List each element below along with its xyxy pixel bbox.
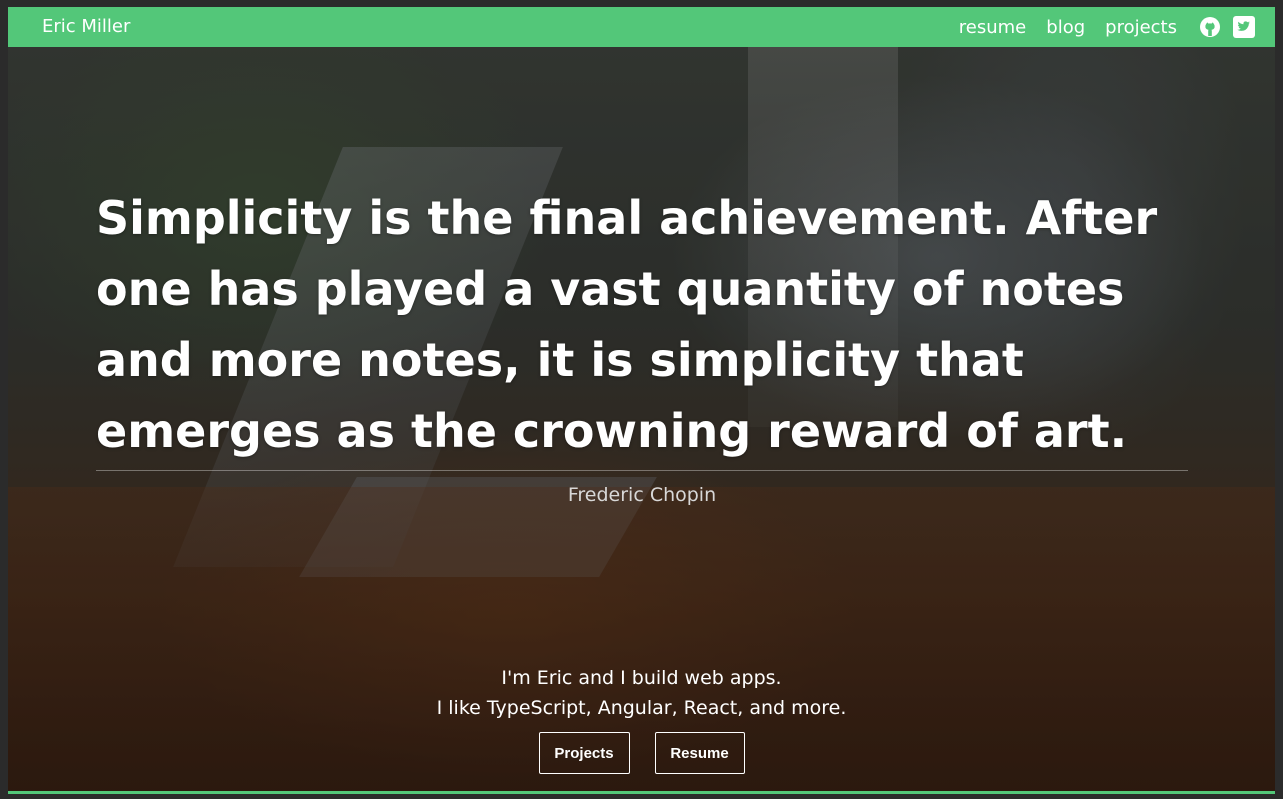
nav-link-blog[interactable]: blog [1046,17,1085,38]
brand-link[interactable]: Eric Miller [42,16,130,37]
intro-text: I'm Eric and I build web apps. I like Ty… [8,663,1275,723]
intro-line-2: I like TypeScript, Angular, React, and m… [436,697,847,719]
nav-link-resume[interactable]: resume [959,17,1026,38]
page-frame: Eric Miller resume blog projects Simplic… [8,7,1275,794]
resume-button[interactable]: Resume [654,732,745,774]
nav-link-projects[interactable]: projects [1105,17,1177,38]
twitter-icon[interactable] [1233,16,1255,38]
hero-buttons: Projects Resume [8,732,1275,774]
intro-line-1: I'm Eric and I build web apps. [501,667,782,689]
hero-quote: Simplicity is the final achievement. Aft… [96,191,1158,458]
nav-links: resume blog projects [959,7,1255,47]
projects-button[interactable]: Projects [538,732,630,774]
bottom-accent-bar [8,791,1275,794]
top-navbar: Eric Miller resume blog projects [8,7,1275,47]
quote-divider [96,470,1188,471]
quote-author: Frederic Chopin [567,484,717,506]
github-icon[interactable] [1199,16,1221,38]
